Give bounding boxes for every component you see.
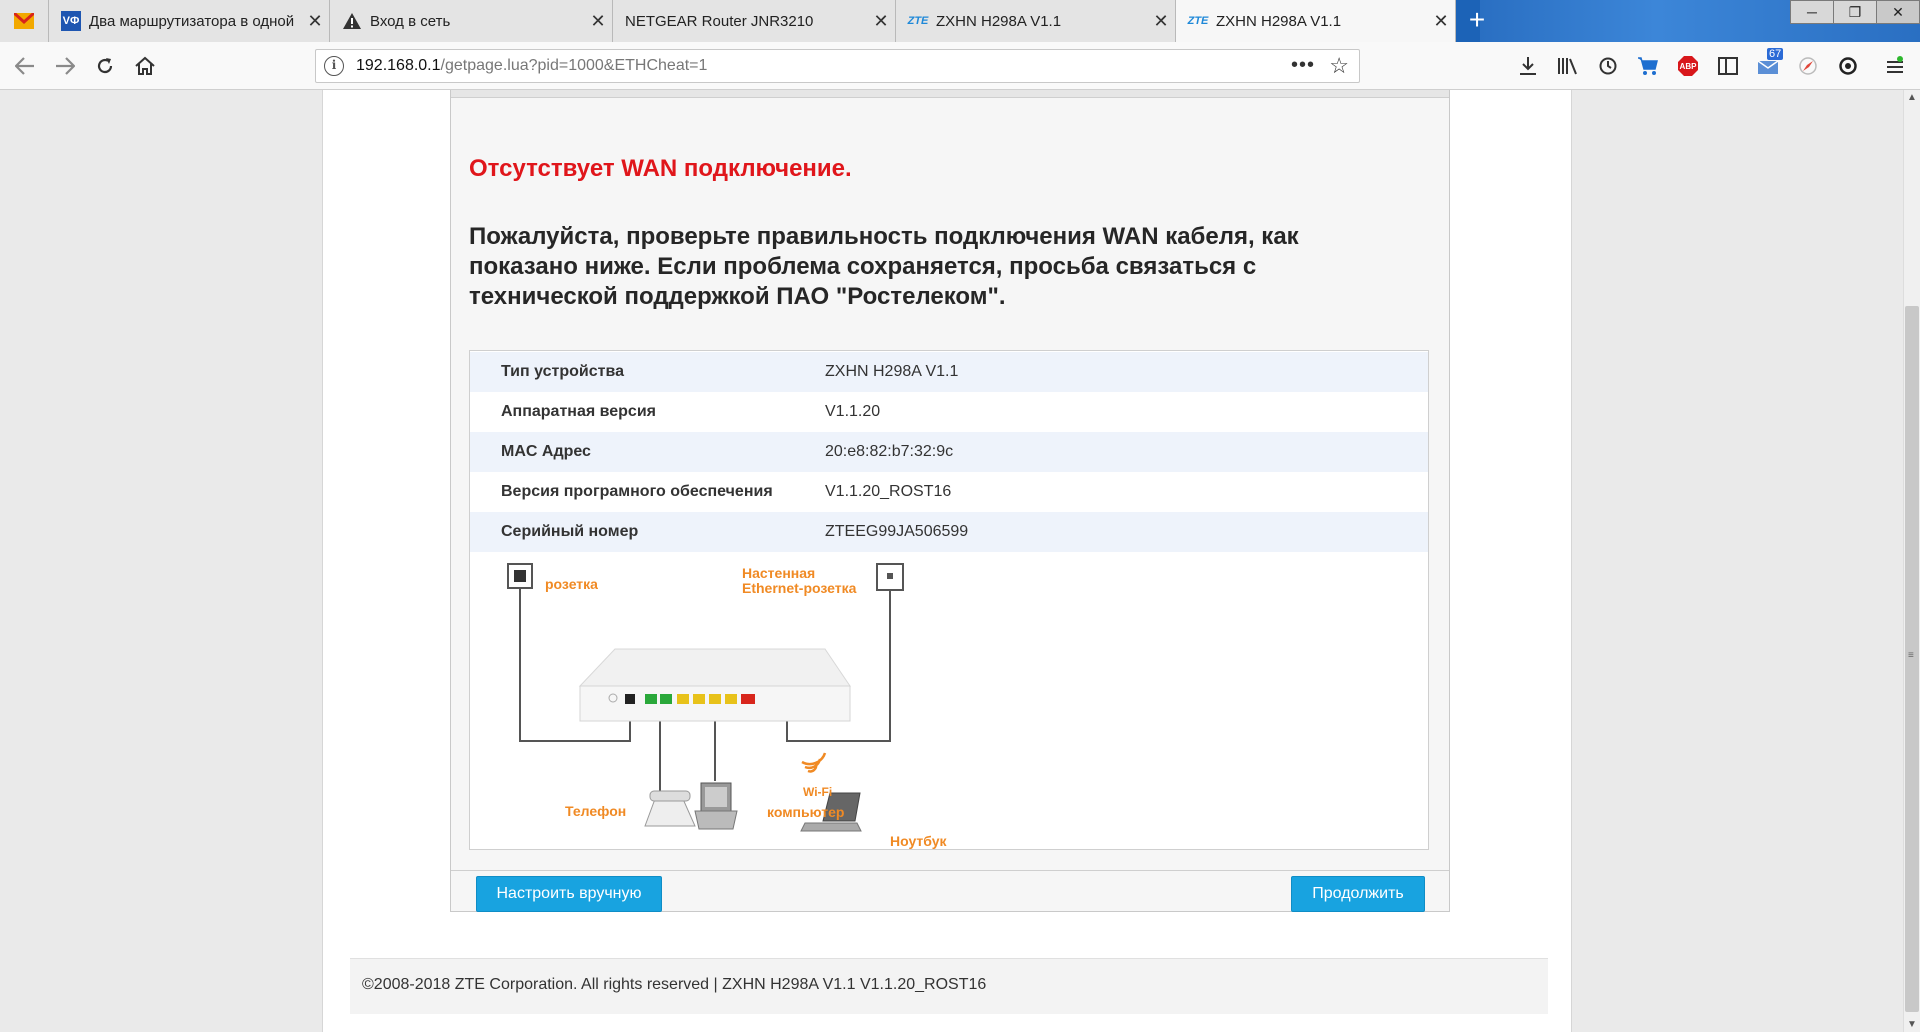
tab-login[interactable]: Вход в сеть ✕ — [330, 0, 613, 42]
new-tab-plus-icon[interactable]: + — [1462, 6, 1492, 36]
info-row-mac: MAC Адрес 20:e8:82:b7:32:9c — [470, 432, 1428, 472]
tab-zte-active[interactable]: ZTE ZXHN H298A V1.1 ✕ — [1176, 0, 1456, 42]
scroll-down-arrow-icon[interactable]: ▼ — [1904, 1019, 1920, 1030]
close-icon[interactable]: ✕ — [584, 11, 612, 32]
url-text[interactable]: 192.168.0.1/getpage.lua?pid=1000&ETHChea… — [356, 57, 707, 75]
device-info-box: Тип устройства ZXHN H298A V1.1 Аппаратна… — [469, 350, 1429, 850]
info-value: V1.1.20_ROST16 — [825, 483, 952, 500]
info-icon[interactable]: i — [324, 56, 344, 76]
close-window-button[interactable]: ✕ — [1876, 0, 1920, 24]
diagram-label-phone: Телефон — [565, 803, 627, 819]
info-value: ZTEEG99JA506599 — [825, 523, 969, 540]
tab-label: ZXHN H298A V1.1 — [936, 12, 1062, 30]
copyright-text: ©2008-2018 ZTE Corporation. All rights r… — [362, 976, 987, 993]
tab-label: Вход в сеть — [370, 12, 451, 30]
info-label: Тип устройства — [501, 363, 624, 380]
maximize-button[interactable]: ❐ — [1833, 0, 1877, 24]
wan-check-panel: Отсутствует WAN подключение. Пожалуйста,… — [450, 90, 1450, 912]
info-row-hardware: Аппаратная версия V1.1.20 — [470, 392, 1428, 432]
zte-favicon: ZTE — [1187, 15, 1209, 27]
navigation-bar: i 192.168.0.1/getpage.lua?pid=1000&ETHCh… — [0, 42, 1920, 90]
info-row-firmware: Версия програмного обеспечения V1.1.20_R… — [470, 472, 1428, 512]
zte-favicon: ZTE — [907, 15, 929, 27]
info-row-serial: Серийный номер ZTEEG99JA506599 — [470, 512, 1428, 552]
download-icon[interactable] — [1513, 52, 1543, 80]
vertical-scrollbar[interactable]: ▲ ≡ ▼ — [1903, 90, 1920, 1032]
back-arrow-icon[interactable] — [10, 51, 40, 81]
warning-title: Отсутствует WAN подключение. — [469, 155, 852, 182]
tab-netgear[interactable]: NETGEAR Router JNR3210 ✕ — [613, 0, 896, 42]
info-row-device-type: Тип устройства ZXHN H298A V1.1 — [470, 352, 1428, 392]
info-value: 20:e8:82:b7:32:9c — [825, 443, 954, 460]
diagram-label-laptop: Ноутбук — [890, 833, 947, 849]
page-viewport: Отсутствует WAN подключение. Пожалуйста,… — [0, 90, 1903, 1032]
router-page: Отсутствует WAN подключение. Пожалуйста,… — [322, 90, 1572, 1032]
bookmark-star-icon[interactable]: ☆ — [1329, 53, 1349, 79]
page-footer: ©2008-2018 ZTE Corporation. All rights r… — [350, 958, 1548, 1014]
continue-button[interactable]: Продолжить — [1291, 876, 1425, 912]
badge-count: 67 — [1767, 48, 1784, 60]
close-icon[interactable]: ✕ — [1147, 11, 1175, 32]
sync-icon[interactable] — [1833, 52, 1863, 80]
url-host: 192.168.0.1 — [356, 57, 441, 74]
forum-favicon: VФ — [61, 11, 81, 31]
mail-icon — [14, 11, 34, 31]
page-actions-icon[interactable]: ••• — [1291, 54, 1315, 77]
warning-icon — [342, 11, 362, 31]
diagram-label-wall-ethernet: Настенная Ethernet-розетка — [742, 565, 857, 596]
close-icon[interactable]: ✕ — [1427, 11, 1455, 32]
reload-icon[interactable] — [90, 51, 120, 81]
info-label: Серийный номер — [501, 523, 639, 540]
history-icon[interactable] — [1593, 52, 1623, 80]
minimize-button[interactable]: ─ — [1790, 0, 1834, 24]
info-label: Аппаратная версия — [501, 403, 656, 420]
tab-label: NETGEAR Router JNR3210 — [625, 12, 814, 30]
cart-icon[interactable] — [1633, 52, 1663, 80]
tab-label: Два маршрутизатора в одной — [89, 12, 295, 30]
info-label: MAC Адрес — [501, 443, 591, 460]
home-icon[interactable] — [130, 51, 160, 81]
scroll-up-arrow-icon[interactable]: ▲ — [1904, 92, 1920, 103]
messages-icon[interactable]: 67 — [1753, 48, 1784, 80]
close-icon[interactable]: ✕ — [867, 11, 895, 32]
tab-mail[interactable] — [0, 0, 49, 42]
library-icon[interactable] — [1553, 52, 1583, 80]
close-icon[interactable]: ✕ — [301, 11, 329, 32]
info-label: Версия програмного обеспечения — [501, 483, 773, 500]
address-bar[interactable]: i 192.168.0.1/getpage.lua?pid=1000&ETHCh… — [315, 49, 1360, 83]
adblock-icon[interactable]: ABP — [1673, 52, 1703, 80]
tab-forum[interactable]: VФ Два маршрутизатора в одной ✕ — [49, 0, 330, 42]
diagram-label-wifi: Wi-Fi — [803, 785, 833, 799]
info-value: V1.1.20 — [825, 403, 881, 420]
info-value: ZXHN H298A V1.1 — [825, 363, 959, 380]
sidebar-icon[interactable] — [1713, 52, 1743, 80]
scroll-grip-icon: ≡ — [1908, 650, 1914, 661]
panel-top-edge — [451, 90, 1449, 98]
tab-zte-1[interactable]: ZTE ZXHN H298A V1.1 ✕ — [896, 0, 1176, 42]
tab-strip: VФ Два маршрутизатора в одной ✕ Вход в с… — [0, 0, 1920, 42]
diagram-label-computer: компьютер — [767, 804, 845, 820]
warning-message: Пожалуйста, проверьте правильность подкл… — [469, 223, 1299, 310]
compass-icon[interactable] — [1793, 52, 1823, 80]
manual-setup-button[interactable]: Настроить вручную — [476, 876, 662, 912]
adblock-label: ABP — [1679, 61, 1697, 71]
panel-button-bar: Настроить вручную Продолжить — [451, 870, 1449, 913]
url-path: /getpage.lua?pid=1000&ETHCheat=1 — [440, 57, 708, 74]
tab-label: ZXHN H298A V1.1 — [1216, 12, 1342, 30]
connection-diagram: розетка Настенная Ethernet-розетка Телеф… — [505, 561, 1005, 849]
diagram-label-socket: розетка — [545, 576, 598, 592]
menu-icon[interactable] — [1880, 52, 1910, 80]
forward-arrow-icon[interactable] — [50, 51, 80, 81]
